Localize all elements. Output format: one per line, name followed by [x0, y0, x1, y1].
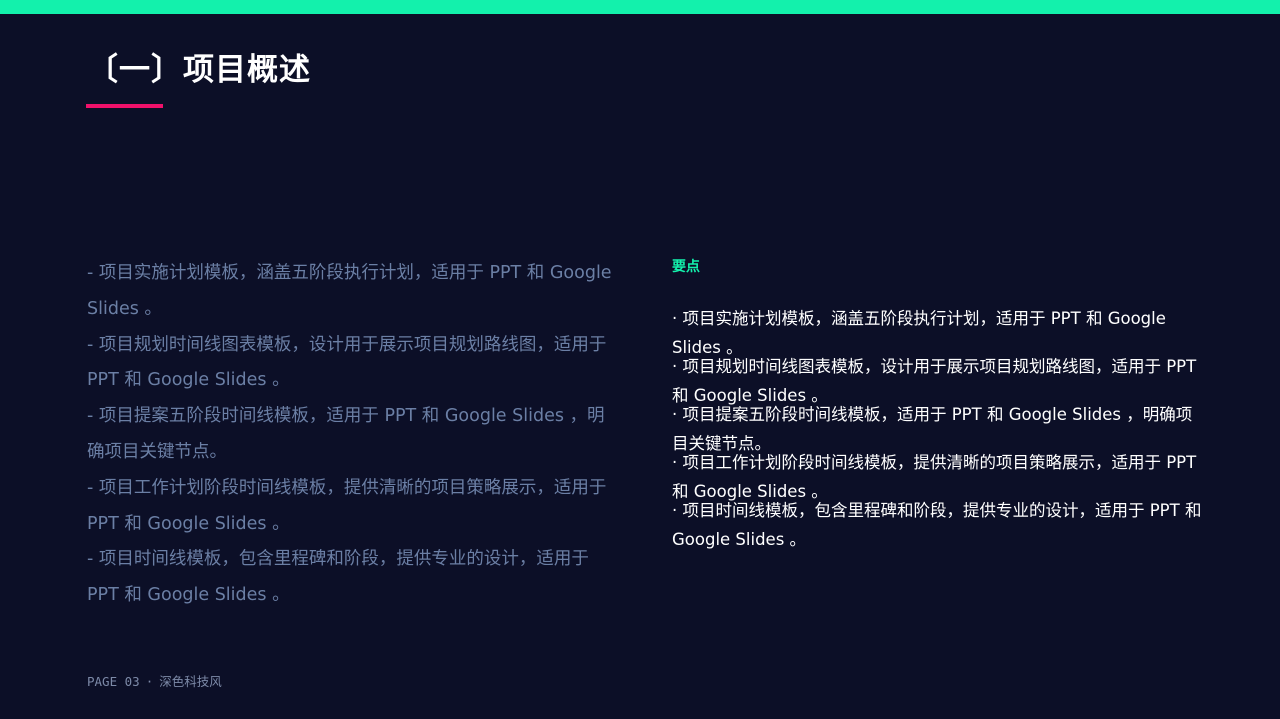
key-point-item: · 项目时间线模板，包含里程碑和阶段，提供专业的设计，适用于 PPT 和 Goo… — [672, 501, 1202, 549]
summary-item: - 项目提案五阶段时间线模板，适用于 PPT 和 Google Slides ，… — [87, 406, 605, 462]
key-points-heading: 要点 — [672, 259, 700, 275]
footer-separator: · — [145, 674, 154, 689]
slide: 〔一〕项目概述 - 项目实施计划模板，涵盖五阶段执行计划，适用于 PPT 和 G… — [0, 0, 1280, 719]
page-title: 〔一〕项目概述 — [87, 52, 311, 88]
top-accent-bar — [0, 0, 1280, 14]
summary-list: - 项目实施计划模板，涵盖五阶段执行计划，适用于 PPT 和 Google Sl… — [87, 256, 615, 614]
key-points-list: · 项目实施计划模板，涵盖五阶段执行计划，适用于 PPT 和 Google Sl… — [672, 304, 1207, 549]
page-number: PAGE 03 — [87, 674, 140, 689]
summary-item: - 项目实施计划模板，涵盖五阶段执行计划，适用于 PPT 和 Google Sl… — [87, 263, 612, 319]
summary-item: - 项目工作计划阶段时间线模板，提供清晰的项目策略展示，适用于 PPT 和 Go… — [87, 477, 607, 534]
footer-theme-label: 深色科技风 — [159, 674, 222, 689]
footer: PAGE 03 · 深色科技风 — [87, 671, 222, 690]
title-underline — [86, 104, 163, 108]
summary-item: - 项目规划时间线图表模板，设计用于展示项目规划路线图，适用于 PPT 和 Go… — [87, 334, 607, 391]
summary-item: - 项目时间线模板，包含里程碑和阶段，提供专业的设计，适用于 PPT 和 Goo… — [87, 549, 589, 606]
